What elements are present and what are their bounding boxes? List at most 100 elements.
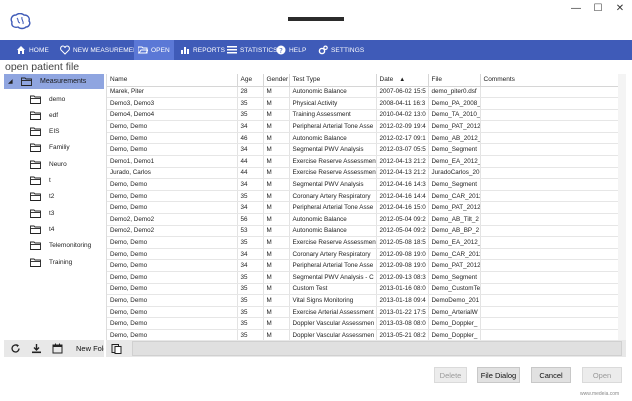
cell-file: Demo_PAT_2012 xyxy=(428,120,481,133)
delete-button[interactable]: Delete xyxy=(434,367,467,383)
table-row[interactable]: Demo, Demo 34 M Peripheral Arterial Tone As… xyxy=(107,201,620,215)
table-row[interactable]: Demo, Demo 34 M Coronary Artery Respiratory… xyxy=(107,248,620,261)
cell-comments xyxy=(480,109,620,122)
column-header-test-type[interactable]: Test Type xyxy=(289,74,377,87)
table-row[interactable]: Demo2, Demo2 56 M Autonomic Balance 2012-05-… xyxy=(107,213,620,226)
table-row[interactable]: Demo, Demo 34 M Segmental PWV Analysis 2012-… xyxy=(107,143,620,157)
nav-help[interactable]: ? HELP xyxy=(272,40,310,60)
table-row[interactable]: Demo4, Demo4 35 M Training Assessment 2010-0… xyxy=(107,109,620,122)
svg-text:?: ? xyxy=(279,47,283,55)
calendar-button[interactable] xyxy=(51,342,64,355)
cell-age: 35 xyxy=(237,190,264,203)
new-folder-button[interactable]: New Folder xyxy=(72,340,104,357)
table-row[interactable]: Demo, Demo 34 M Peripheral Arterial Tone As… xyxy=(107,120,620,133)
table-row[interactable]: Demo, Demo 35 M Doppler Vascular Assessmen 2… xyxy=(107,329,620,340)
cell-file: DemoDemo_201 xyxy=(428,294,481,307)
folder-icon xyxy=(30,209,41,218)
column-header-comments[interactable]: Comments xyxy=(480,74,620,87)
cell-name: Demo, Demo xyxy=(107,178,238,191)
nav-open[interactable]: OPEN xyxy=(134,40,174,60)
cell-name: Demo1, Demo1 xyxy=(107,155,238,168)
refresh-button[interactable] xyxy=(9,342,22,355)
table-row[interactable]: Marek, Piter 28 M Autonomic Balance 2007-06-… xyxy=(107,86,620,99)
table-row[interactable]: Demo, Demo 35 M Coronary Artery Respiratory… xyxy=(107,190,620,203)
tree-folder-item[interactable]: EIS xyxy=(30,125,59,139)
table-row[interactable]: Demo, Demo 35 M Exercise Arterial Assessmen… xyxy=(107,306,620,319)
paste-button[interactable] xyxy=(110,342,123,355)
cell-name: Demo, Demo xyxy=(107,201,238,215)
table-row[interactable]: Demo, Demo 35 M Segmental PWV Analysis - C2… xyxy=(107,271,620,284)
column-header-file[interactable]: File xyxy=(428,74,481,87)
tree-folder-item[interactable]: Training xyxy=(30,255,72,269)
cell-age: 35 xyxy=(237,236,264,249)
open-button[interactable]: Open xyxy=(582,367,622,383)
refresh-icon xyxy=(11,344,20,353)
cell-file: Demo_AB_Tilt_2 xyxy=(428,213,481,226)
cell-age: 53 xyxy=(237,225,264,238)
home-icon xyxy=(17,46,25,54)
tree-folder-item[interactable]: t2 xyxy=(30,190,54,204)
cancel-button[interactable]: Cancel xyxy=(531,367,571,383)
tree-folder-item[interactable]: edf xyxy=(30,108,58,122)
cell-date: 2012-02-09 19:4 xyxy=(376,120,429,133)
tree-folder-item[interactable]: t4 xyxy=(30,222,54,236)
cell-file: Demo_PA_2008_ xyxy=(428,97,481,110)
table-row[interactable]: Demo1, Demo1 44 M Exercise Reserve Assessme… xyxy=(107,155,620,168)
table-row[interactable]: Demo, Demo 34 M Peripheral Arterial Tone As… xyxy=(107,259,620,272)
cell-comments xyxy=(480,294,620,307)
column-header-name[interactable]: Name xyxy=(107,74,238,87)
cell-test-type: Exercise Reserve Assessment xyxy=(289,167,377,180)
table-row[interactable]: Demo, Demo 35 M Vital Signs Monitoring 2013-… xyxy=(107,294,620,307)
cell-age: 35 xyxy=(237,306,264,319)
tree-folder-item[interactable]: demo xyxy=(30,92,65,106)
tree-folder-item[interactable]: Telemonitoring xyxy=(30,239,91,253)
column-header-date[interactable]: Date ▲ xyxy=(376,74,429,87)
cell-gender: M xyxy=(263,271,290,284)
column-header-gender[interactable]: Gender xyxy=(263,74,290,87)
table-row[interactable]: Demo, Demo 35 M Doppler Vascular Assessmen 2… xyxy=(107,317,620,330)
close-button[interactable]: ✕ xyxy=(610,2,630,16)
cell-comments xyxy=(480,225,620,238)
cell-file: Demo_ArterialW xyxy=(428,306,481,319)
table-row[interactable]: Jurado, Carlos 44 M Exercise Reserve Assess… xyxy=(107,167,620,180)
cell-age: 35 xyxy=(237,317,264,330)
table-row[interactable]: Demo, Demo 34 M Segmental PWV Analysis 2012-… xyxy=(107,178,620,191)
cell-comments xyxy=(480,248,620,261)
tree-folder-label: demo xyxy=(49,95,66,103)
nav-settings-label: SETTINGS xyxy=(331,46,365,54)
tree-folder-item[interactable]: Familiy xyxy=(30,141,70,155)
cell-test-type: Coronary Artery Respiratory xyxy=(289,190,377,203)
cell-gender: M xyxy=(263,109,290,122)
nav-reports[interactable]: REPORTS xyxy=(176,40,229,60)
table-row[interactable]: Demo3, Demo3 35 M Physical Activity 2008-04-… xyxy=(107,97,620,110)
cell-age: 35 xyxy=(237,271,264,284)
table-row[interactable]: Demo2, Demo2 53 M Autonomic Balance 2012-05-… xyxy=(107,225,620,238)
file-dialog-button[interactable]: File Dialog xyxy=(477,367,520,383)
cell-comments xyxy=(480,86,620,99)
nav-home[interactable]: HOME xyxy=(12,40,53,60)
table-row[interactable]: Demo, Demo 35 M Exercise Reserve Assessment… xyxy=(107,236,620,249)
maximize-button[interactable]: ☐ xyxy=(588,2,608,16)
cell-file: Demo_Segment xyxy=(428,271,481,284)
selected-path-field[interactable] xyxy=(132,341,622,356)
tree-folder-item[interactable]: t3 xyxy=(30,206,54,220)
cell-comments xyxy=(480,201,620,215)
tree-folder-item[interactable]: Neuro xyxy=(30,157,67,171)
tree-folder-label: Telemonitoring xyxy=(49,242,92,250)
tree-root-measurements[interactable]: ◢ Measurements xyxy=(4,74,104,89)
tree-expander-icon[interactable]: ◢ xyxy=(8,78,16,85)
download-button[interactable] xyxy=(30,342,43,355)
cell-comments xyxy=(480,329,620,340)
vertical-scrollbar[interactable] xyxy=(618,74,626,340)
cell-age: 46 xyxy=(237,132,264,145)
minimize-button[interactable]: — xyxy=(566,2,586,16)
cell-comments xyxy=(480,155,620,168)
nav-new-measurement[interactable]: NEW MEASUREMENT xyxy=(56,40,146,60)
cell-age: 28 xyxy=(237,86,264,99)
cell-file: Demo_PAT_2012 xyxy=(428,201,481,215)
column-header-age[interactable]: Age xyxy=(237,74,264,87)
table-row[interactable]: Demo, Demo 46 M Autonomic Balance 2012-02-17… xyxy=(107,132,620,145)
nav-settings[interactable]: SETTINGS xyxy=(314,40,368,60)
tree-folder-item[interactable]: t xyxy=(30,174,51,188)
table-row[interactable]: Demo, Demo 35 M Custom Test 2013-01-16 08:0 D… xyxy=(107,283,620,296)
